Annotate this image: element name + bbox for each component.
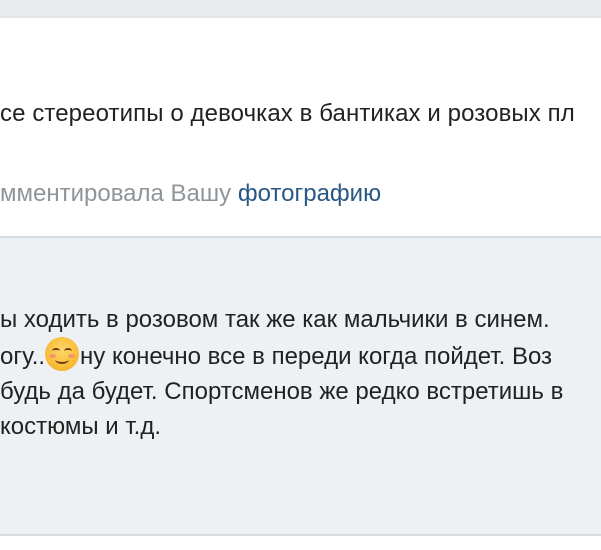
comment-line: будь да будет. Спортсменов же редко встр… (0, 378, 564, 405)
screen: се стереотипы о девочках в бантиках и ро… (0, 0, 601, 550)
top-separator (0, 0, 601, 16)
next-card (0, 536, 601, 550)
notification-line: мментировала Вашу фотографию (0, 180, 381, 208)
smiling-face-emoji-icon (45, 337, 80, 371)
comment-line: ы ходить в розовом так же как мальчики в… (0, 306, 550, 333)
notification-text: мментировала Вашу (0, 180, 238, 207)
photo-link[interactable]: фотографию (238, 180, 381, 207)
comment-block[interactable]: ы ходить в розовом так же как мальчики в… (0, 238, 601, 534)
comment-line: костюмы и т.д. (0, 413, 162, 440)
comment-text: ы ходить в розовом так же как мальчики в… (0, 302, 563, 444)
notification-card[interactable]: се стереотипы о девочках в бантиках и ро… (0, 16, 601, 236)
post-text: се стереотипы о девочках в бантиках и ро… (0, 100, 575, 127)
comment-line: огу.. ну конечно все в переди когда пойде… (0, 337, 563, 374)
